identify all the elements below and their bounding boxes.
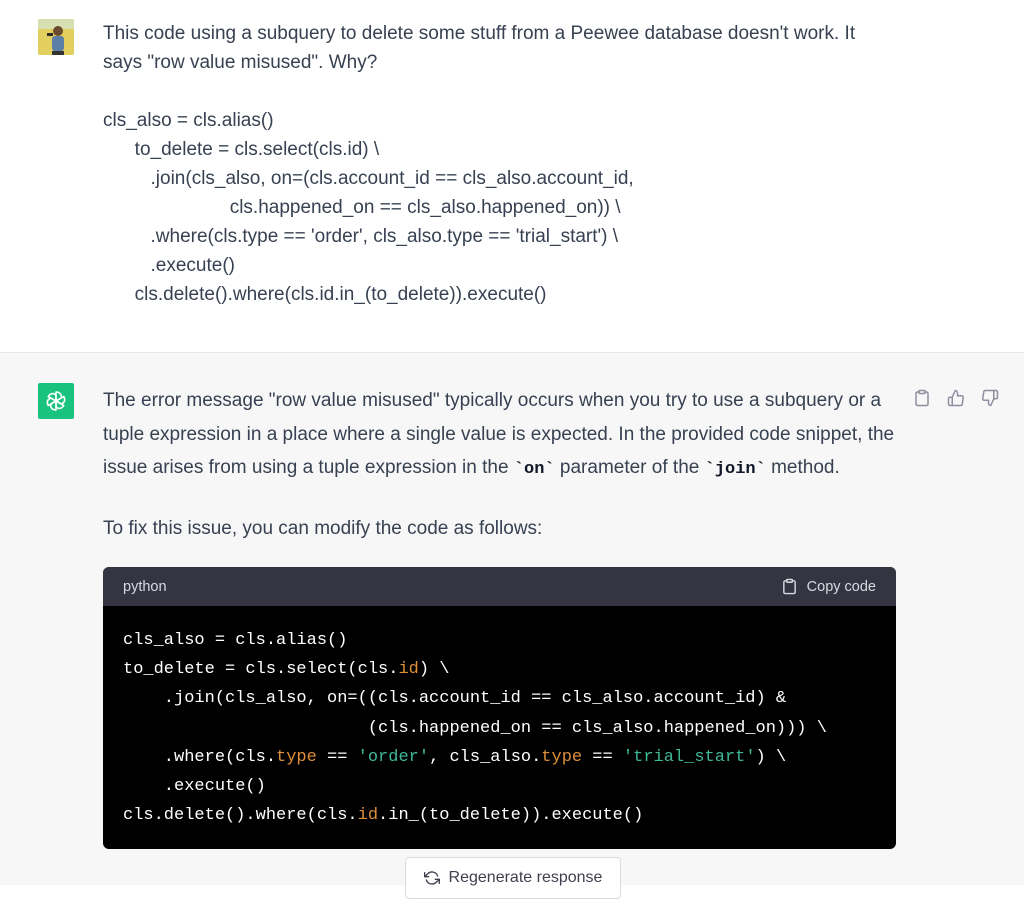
user-message-line: This code using a subquery to delete som… bbox=[103, 23, 856, 44]
user-code-snippet: cls_also = cls.alias() to_delete = cls.s… bbox=[103, 106, 903, 309]
code-token: id bbox=[357, 806, 379, 826]
assistant-text-segment: parameter of the bbox=[554, 457, 705, 478]
message-actions bbox=[910, 386, 1002, 410]
user-message-row: This code using a subquery to delete som… bbox=[0, 0, 1024, 353]
code-line: cls_also = cls.alias() bbox=[123, 626, 896, 655]
code-token: == bbox=[316, 747, 358, 767]
regenerate-label: Regenerate response bbox=[448, 869, 603, 886]
clipboard-icon[interactable] bbox=[910, 386, 934, 410]
code-line: cls.delete().where(cls.id.in_(to_delete)… bbox=[123, 801, 896, 830]
assistant-text-segment: method. bbox=[765, 457, 840, 478]
copy-code-button[interactable]: Copy code bbox=[781, 578, 876, 595]
inline-code-on: `on` bbox=[513, 460, 555, 479]
code-token: .execute() bbox=[123, 776, 266, 796]
code-token: 'trial_start' bbox=[622, 747, 756, 767]
code-language-label: python bbox=[123, 578, 167, 595]
clipboard-icon bbox=[782, 578, 796, 595]
user-message-text: This code using a subquery to delete som… bbox=[103, 19, 903, 309]
user-code-line: .join(cls_also, on=(cls.account_id == cl… bbox=[103, 168, 634, 189]
code-token: id bbox=[398, 660, 419, 680]
code-token: .join(cls_also, on=((cls.account_id == c… bbox=[123, 689, 787, 709]
copy-code-label: Copy code bbox=[806, 578, 876, 595]
openai-logo-icon bbox=[38, 383, 74, 419]
code-token: 'order' bbox=[357, 747, 430, 767]
code-line: .execute() bbox=[123, 772, 896, 801]
thumbs-down-icon[interactable] bbox=[978, 386, 1002, 410]
code-block-header: python Copy code bbox=[103, 567, 896, 606]
user-avatar bbox=[38, 19, 74, 55]
user-code-line: .execute() bbox=[103, 255, 236, 276]
code-line: (cls.happened_on == cls_also.happened_on… bbox=[123, 714, 896, 743]
user-message-line: says "row value misused". Why? bbox=[103, 52, 378, 73]
code-token: (cls.happened_on == cls_also.happened_on… bbox=[123, 718, 827, 738]
user-code-line: cls_also = cls.alias() bbox=[103, 110, 274, 131]
user-code-line: cls.happened_on == cls_also.happened_on)… bbox=[103, 197, 621, 218]
thumbs-up-icon[interactable] bbox=[944, 386, 968, 410]
code-line: .join(cls_also, on=((cls.account_id == c… bbox=[123, 684, 896, 713]
code-token: .in_(to_delete)).execute() bbox=[378, 806, 644, 826]
assistant-message-row: The error message "row value misused" ty… bbox=[0, 353, 1024, 899]
code-token: type bbox=[276, 747, 317, 767]
regenerate-response-button[interactable]: Regenerate response bbox=[405, 857, 621, 899]
assistant-paragraph: To fix this issue, you can modify the co… bbox=[103, 517, 543, 539]
code-token: cls_also = cls.alias() bbox=[123, 631, 348, 650]
user-avatar-image bbox=[38, 19, 74, 55]
assistant-message-text: The error message "row value misused" ty… bbox=[103, 384, 903, 545]
code-token: cls.delete().where(cls. bbox=[123, 806, 358, 826]
user-code-line: to_delete = cls.select(cls.id) \ bbox=[103, 139, 380, 160]
user-code-line: .where(cls.type == 'order', cls_also.typ… bbox=[103, 226, 619, 247]
code-token: type bbox=[541, 747, 583, 767]
code-body: cls_also = cls.alias() to_delete = cls.se… bbox=[103, 606, 896, 830]
assistant-paragraph: The error message "row value misused" ty… bbox=[103, 384, 903, 487]
code-token: to_delete = cls.select(cls. bbox=[123, 660, 399, 680]
user-code-line: cls.delete().where(cls.id.in_(to_delete)… bbox=[103, 284, 547, 305]
code-block: python Copy code cls_also = cls.alias() t… bbox=[103, 567, 896, 849]
code-line: .where(cls.type == 'order', cls_also.typ… bbox=[123, 743, 896, 772]
code-line: to_delete = cls.select(cls.id) \ bbox=[123, 655, 896, 684]
code-token: , cls_also. bbox=[429, 747, 542, 767]
refresh-icon bbox=[423, 871, 440, 885]
inline-code-join: `join` bbox=[704, 460, 766, 479]
code-token: == bbox=[582, 747, 623, 767]
code-token: .where(cls. bbox=[123, 747, 277, 767]
code-token: ) \ bbox=[755, 747, 787, 767]
code-token: ) \ bbox=[418, 660, 450, 680]
